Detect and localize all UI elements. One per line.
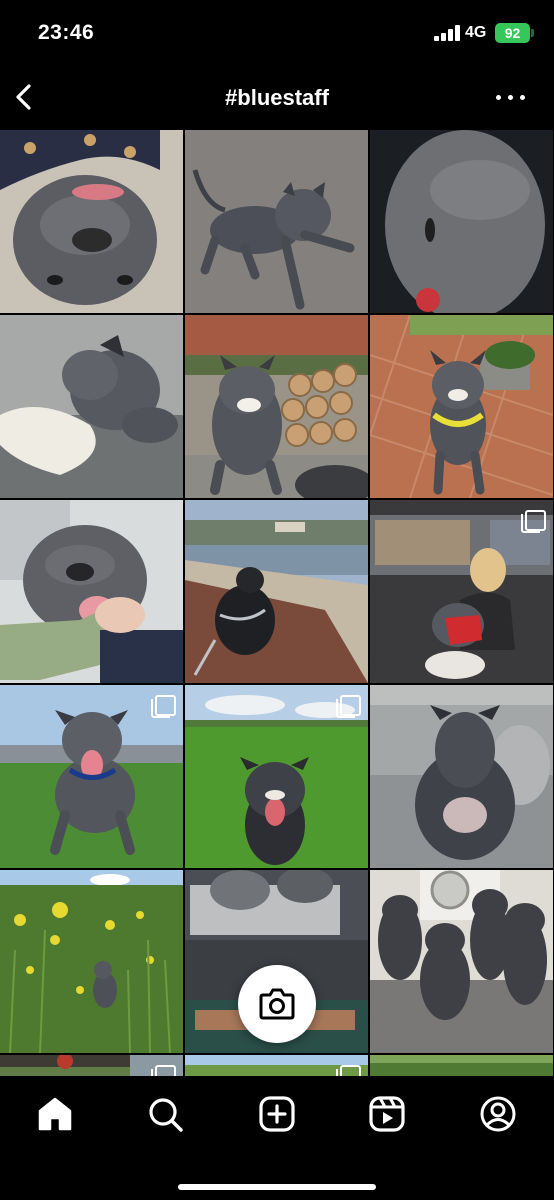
dog-photo: [370, 130, 553, 313]
dog-photo: [370, 685, 553, 868]
dog-photo: [0, 315, 183, 498]
carousel-icon: [151, 1065, 176, 1076]
home-icon: [38, 1097, 72, 1131]
nav-reels[interactable]: [367, 1094, 407, 1134]
nav-create[interactable]: [257, 1094, 297, 1134]
top-bar: #bluestaff: [0, 66, 554, 130]
camera-icon: [259, 988, 295, 1020]
post-thumbnail[interactable]: [370, 685, 553, 868]
home-indicator[interactable]: [178, 1184, 376, 1190]
camera-button[interactable]: [238, 965, 316, 1043]
post-thumbnail[interactable]: [370, 1055, 553, 1076]
post-thumbnail[interactable]: [0, 500, 183, 683]
post-thumbnail[interactable]: [185, 315, 368, 498]
dog-photo: [370, 1055, 553, 1076]
dog-photo: [0, 870, 183, 1053]
dog-photo: [370, 315, 553, 498]
nav-home[interactable]: [35, 1094, 75, 1134]
create-icon: [259, 1096, 295, 1132]
post-thumbnail[interactable]: [185, 1055, 368, 1076]
post-thumbnail[interactable]: [370, 870, 553, 1053]
dog-photo: [185, 315, 368, 498]
carousel-icon: [521, 510, 546, 533]
carousel-icon: [336, 1065, 361, 1076]
dog-photo: [0, 500, 183, 683]
nav-profile[interactable]: [478, 1094, 518, 1134]
page-title: #bluestaff: [225, 85, 329, 110]
carousel-icon: [151, 695, 176, 718]
hashtag-post-grid: [0, 130, 554, 1076]
post-thumbnail[interactable]: [0, 870, 183, 1053]
dog-photo: [0, 130, 183, 313]
bottom-navigation: [0, 1076, 554, 1200]
post-thumbnail[interactable]: [185, 130, 368, 313]
post-thumbnail[interactable]: [0, 685, 183, 868]
cellular-signal-icon: [434, 25, 460, 41]
battery-indicator: 92: [495, 23, 534, 43]
post-thumbnail[interactable]: [0, 1055, 183, 1076]
post-thumbnail[interactable]: [0, 130, 183, 313]
post-thumbnail[interactable]: [0, 315, 183, 498]
post-thumbnail[interactable]: [185, 685, 368, 868]
post-thumbnail[interactable]: [370, 130, 553, 313]
reels-icon: [369, 1096, 405, 1132]
profile-icon: [480, 1096, 516, 1132]
post-thumbnail[interactable]: [370, 500, 553, 683]
search-icon: [149, 1098, 183, 1132]
post-thumbnail[interactable]: [370, 315, 553, 498]
status-bar: 23:46 4G 92: [0, 0, 554, 66]
carousel-icon: [336, 695, 361, 718]
status-time: 23:46: [38, 21, 95, 44]
more-options-button[interactable]: [496, 86, 526, 108]
dog-photo: [185, 130, 368, 313]
nav-search[interactable]: [145, 1094, 185, 1134]
dog-photo: [370, 870, 553, 1053]
post-thumbnail[interactable]: [185, 500, 368, 683]
dog-photo: [185, 500, 368, 683]
network-type: 4G: [465, 24, 487, 41]
